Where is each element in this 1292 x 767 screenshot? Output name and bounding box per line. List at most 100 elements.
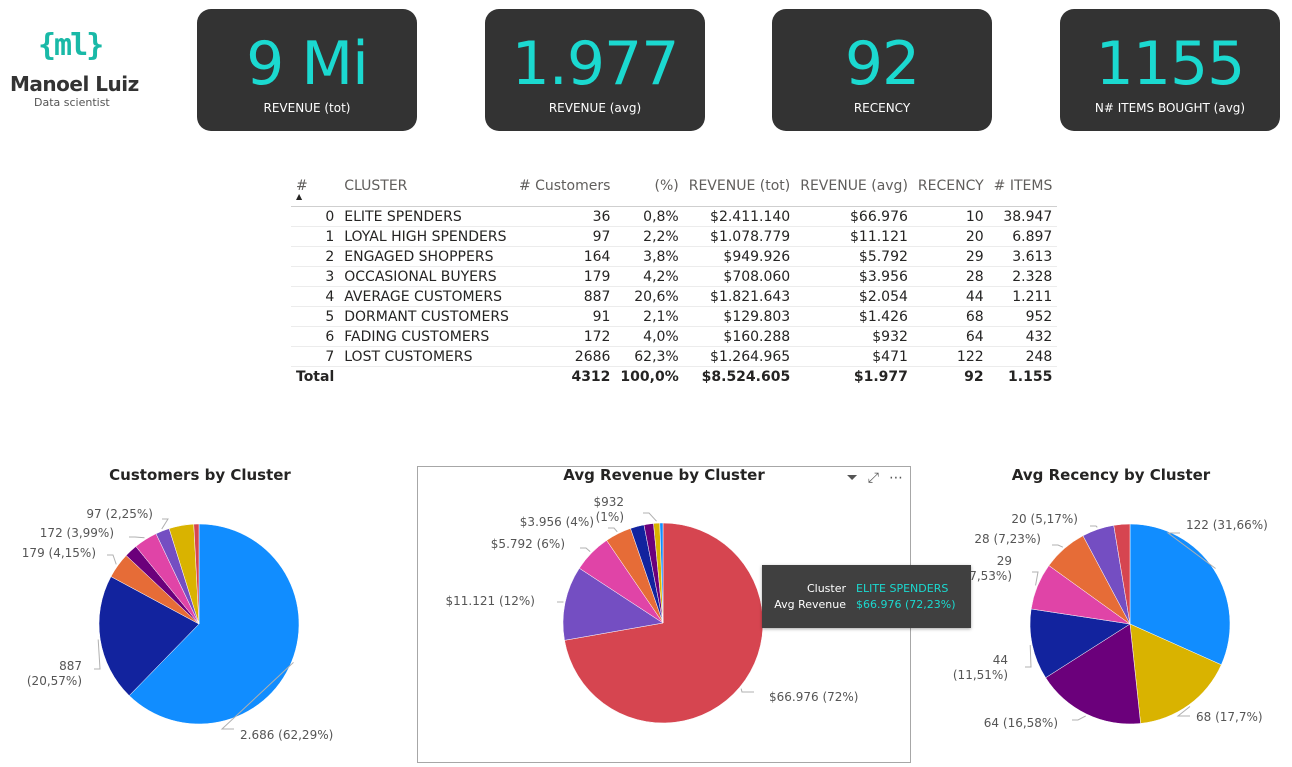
cell-percent: 3,8% (615, 246, 684, 267)
cell-percent: 20,6% (615, 286, 684, 307)
tooltip-value-cluster: ELITE SPENDERS (856, 582, 949, 595)
cell-index: 2 (291, 246, 340, 267)
data-label: $66.976 (72%) (769, 690, 858, 704)
column-header-revenue-avg[interactable]: REVENUE (avg) (795, 178, 913, 207)
cell-revenue-avg: $11.121 (795, 226, 913, 247)
cell-percent: 0,8% (615, 206, 684, 227)
data-label-percent: (1%) (596, 510, 624, 524)
data-label: $11.121 (12%) (446, 594, 535, 608)
data-label-leader-line (608, 527, 618, 533)
data-label-leader-line (161, 518, 169, 530)
cell-recency: 64 (912, 326, 989, 347)
avg-recency-by-cluster-chart[interactable]: Avg Recency by Cluster 122 (31,66%) 68 (1… (930, 466, 1292, 766)
total-cluster (339, 366, 514, 386)
table-row[interactable]: 1 LOYAL HIGH SPENDERS 97 2,2% $1.078.779 $11.… (291, 226, 1058, 247)
column-header-cluster[interactable]: CLUSTER (339, 178, 514, 207)
cell-recency: 122 (912, 346, 989, 367)
table-row[interactable]: 6 FADING CUSTOMERS 172 4,0% $160.288 $932 64 43… (291, 326, 1058, 347)
cell-revenue-tot: $1.264.965 (683, 346, 796, 367)
data-label-percent: (11,51%) (953, 668, 1008, 682)
cell-revenue-tot: $160.288 (683, 326, 796, 347)
cell-revenue-tot: $129.803 (683, 306, 796, 327)
cell-revenue-avg: $5.792 (795, 246, 913, 267)
tooltip-key-cluster: Cluster (806, 582, 846, 595)
cell-cluster: ENGAGED SHOPPERS (339, 246, 514, 267)
logo-name: Manoel Luiz (10, 72, 139, 96)
cell-percent: 4,2% (615, 266, 684, 287)
kpi-label: REVENUE (tot) (263, 101, 351, 115)
data-label-leader-line (643, 512, 657, 522)
data-label: 68 (17,7%) (1196, 710, 1263, 724)
cell-cluster: LOYAL HIGH SPENDERS (339, 226, 514, 247)
kpi-value: 9 Mi (246, 29, 369, 99)
cell-items: 248 (988, 346, 1058, 367)
data-label: 20 (5,17%) (1011, 512, 1078, 526)
table-row[interactable]: 7 LOST CUSTOMERS 2686 62,3% $1.264.965 $471 12… (291, 346, 1058, 367)
table-row[interactable]: 5 DORMANT CUSTOMERS 91 2,1% $129.803 $1.426 68… (291, 306, 1058, 327)
cell-percent: 2,2% (615, 226, 684, 247)
kpi-card-recency[interactable]: 92 RECENCY (772, 9, 992, 131)
data-label-leader-line (1072, 715, 1086, 721)
total-customers: 4312 (513, 366, 616, 386)
sort-ascending-icon[interactable]: ▲ (296, 193, 334, 201)
column-header-percent[interactable]: (%) (615, 178, 684, 207)
cell-customers: 887 (513, 286, 616, 307)
cell-customers: 91 (513, 306, 616, 327)
table-row[interactable]: 4 AVERAGE CUSTOMERS 887 20,6% $1.821.643 $2.0… (291, 286, 1058, 307)
data-label-leader-line (1025, 645, 1032, 668)
data-label-leader-line (1090, 525, 1098, 528)
cell-index: 5 (291, 306, 340, 327)
cell-index: 3 (291, 266, 340, 287)
column-header-index[interactable]: # ▲ (291, 178, 340, 207)
kpi-card-revenue-avg[interactable]: 1.977 REVENUE (avg) (485, 9, 705, 131)
data-label: $932 (593, 495, 624, 509)
cell-index: 6 (291, 326, 340, 347)
kpi-value: 92 (844, 29, 920, 99)
cell-items: 952 (988, 306, 1058, 327)
cell-index: 1 (291, 226, 340, 247)
data-label: 28 (7,23%) (974, 532, 1041, 546)
data-label-leader-line (94, 639, 101, 670)
cell-cluster: AVERAGE CUSTOMERS (339, 286, 514, 307)
cell-items: 6.897 (988, 226, 1058, 247)
data-label-percent: (20,57%) (27, 674, 82, 688)
cell-cluster: ELITE SPENDERS (339, 206, 514, 227)
cluster-table[interactable]: # ▲ CLUSTER # Customers (%) REVENUE (tot… (291, 178, 1058, 386)
kpi-card-revenue-total[interactable]: 9 Mi REVENUE (tot) (197, 9, 417, 131)
pie-chart[interactable]: 2.686 (62,29%) 887(20,57%) 179 (4,15%) 172 … (0, 466, 400, 766)
cell-recency: 10 (912, 206, 989, 227)
pie-chart[interactable]: 122 (31,66%) 68 (17,7%) 64 (16,58%) 44(11,5… (930, 466, 1292, 766)
cell-revenue-avg: $3.956 (795, 266, 913, 287)
table-row[interactable]: 3 OCCASIONAL BUYERS 179 4,2% $708.060 $3.956 2… (291, 266, 1058, 287)
tooltip-key-avg-revenue: Avg Revenue (774, 598, 846, 611)
cell-percent: 4,0% (615, 326, 684, 347)
data-label: 179 (4,15%) (22, 546, 96, 560)
logo-mark: {ml} (38, 28, 104, 63)
cell-cluster: FADING CUSTOMERS (339, 326, 514, 347)
cell-recency: 44 (912, 286, 989, 307)
cell-revenue-tot: $1.821.643 (683, 286, 796, 307)
data-label-leader-line (129, 536, 145, 539)
data-label-percent: (7,53%) (965, 569, 1012, 583)
column-header-revenue-tot[interactable]: REVENUE (tot) (683, 178, 796, 207)
tooltip-value-avg-revenue: $66.976 (72,23%) (856, 598, 956, 611)
total-percent: 100,0% (615, 366, 684, 386)
cell-revenue-avg: $1.426 (795, 306, 913, 327)
table-row[interactable]: 2 ENGAGED SHOPPERS 164 3,8% $949.926 $5.792 29… (291, 246, 1058, 267)
kpi-label: REVENUE (avg) (548, 101, 642, 115)
column-header-customers[interactable]: # Customers (513, 178, 616, 207)
column-header-recency[interactable]: RECENCY (912, 178, 989, 207)
cell-items: 3.613 (988, 246, 1058, 267)
cell-customers: 36 (513, 206, 616, 227)
data-label-leader-line (107, 554, 117, 565)
cell-revenue-tot: $949.926 (683, 246, 796, 267)
data-label: 29 (997, 554, 1012, 568)
data-label: 97 (2,25%) (86, 507, 153, 521)
cell-revenue-avg: $471 (795, 346, 913, 367)
column-header-items[interactable]: # ITEMS (988, 178, 1058, 207)
customers-by-cluster-chart[interactable]: Customers by Cluster 2.686 (62,29%) 887 (2… (0, 466, 400, 766)
table-row[interactable]: 0 ELITE SPENDERS 36 0,8% $2.411.140 $66.976 10… (291, 206, 1058, 227)
cell-index: 4 (291, 286, 340, 307)
kpi-card-items-bought[interactable]: 1155 N# ITEMS BOUGHT (avg) (1060, 9, 1280, 131)
cell-revenue-tot: $2.411.140 (683, 206, 796, 227)
